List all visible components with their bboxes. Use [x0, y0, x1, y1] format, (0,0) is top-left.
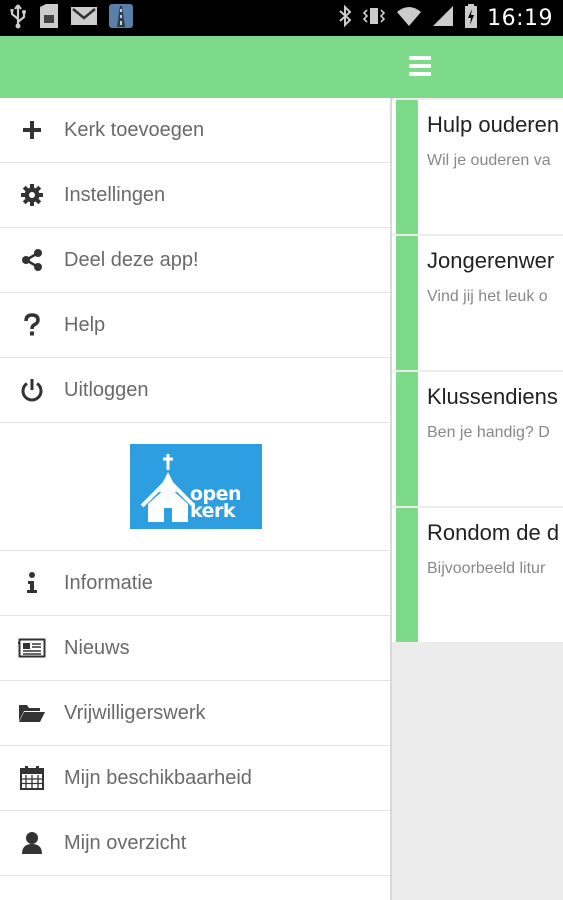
- card-accent: [396, 236, 418, 370]
- vibrate-icon: [361, 5, 387, 32]
- nav-item-label: Deel deze app!: [64, 248, 199, 271]
- nav-item-instellingen[interactable]: Instellingen: [0, 163, 390, 228]
- list-item[interactable]: Rondom de d Bijvoorbeeld litur: [392, 508, 563, 642]
- calendar-icon: [18, 764, 46, 792]
- card-title: Jongerenwer: [427, 248, 555, 273]
- road-app-icon: [108, 3, 134, 34]
- list-item[interactable]: Klussendiens Ben je handig? D: [392, 372, 563, 506]
- question-icon: [18, 311, 46, 339]
- folder-open-icon: [18, 699, 46, 727]
- newspaper-icon: [18, 634, 46, 662]
- nav-item-kerk-toevoegen[interactable]: Kerk toevoegen: [0, 98, 390, 163]
- card-description: Wil je ouderen va: [427, 152, 551, 169]
- app-bar: [0, 36, 563, 98]
- volunteer-list: Hulp ouderen Wil je ouderen va Jongerenw…: [392, 98, 563, 900]
- status-time: 16:19: [487, 5, 553, 31]
- card-description: Bijvoorbeeld litur: [427, 560, 546, 577]
- nav-item-vrijwilligerswerk[interactable]: Vrijwilligerswerk: [0, 681, 390, 746]
- hamburger-menu-icon[interactable]: [404, 50, 436, 82]
- battery-charging-icon: [464, 3, 478, 34]
- card-accent: [396, 100, 418, 234]
- nav-item-deel-app[interactable]: Deel deze app!: [0, 228, 390, 293]
- signal-icon: [431, 4, 455, 33]
- status-bar: 16:19: [0, 0, 563, 36]
- open-kerk-logo: open kerk: [130, 444, 262, 529]
- nav-item-mijn-beschikbaarheid[interactable]: Mijn beschikbaarheid: [0, 746, 390, 811]
- logo-text-kerk: kerk: [190, 500, 236, 522]
- nav-item-label: Instellingen: [64, 183, 166, 206]
- card-title: Hulp ouderen: [427, 112, 560, 137]
- nav-item-label: Mijn overzicht: [64, 831, 187, 854]
- nav-item-nieuws[interactable]: Nieuws: [0, 616, 390, 681]
- card-title: Rondom de d: [427, 520, 560, 545]
- screen: { "status_bar": { "time": "16:19", "left…: [0, 0, 563, 900]
- card-description: Vind jij het leuk o: [427, 288, 548, 305]
- gmail-icon: [70, 5, 98, 32]
- nav-item-label: Uitloggen: [64, 378, 149, 401]
- logo-area: open kerk: [0, 423, 390, 551]
- list-item[interactable]: Jongerenwer Vind jij het leuk o: [392, 236, 563, 370]
- card-title: Klussendiens: [427, 384, 558, 409]
- card-description: Ben je handig? D: [427, 424, 550, 441]
- navigation-drawer: Kerk toevoegen Instellingen Deel deze ap…: [0, 98, 392, 900]
- card-accent: [396, 508, 418, 642]
- power-icon: [18, 376, 46, 404]
- nav-item-label: Mijn beschikbaarheid: [64, 766, 252, 789]
- card-accent: [396, 372, 418, 506]
- sd-card-icon: [38, 3, 60, 34]
- nav-item-mijn-overzicht[interactable]: Mijn overzicht: [0, 811, 390, 876]
- nav-item-label: Help: [64, 313, 106, 336]
- gear-icon: [18, 181, 46, 209]
- nav-item-partial[interactable]: [0, 876, 390, 900]
- wifi-icon: [396, 4, 422, 33]
- nav-item-label: Nieuws: [64, 636, 130, 659]
- usb-icon: [8, 3, 28, 34]
- bluetooth-icon: [338, 4, 352, 33]
- share-icon: [18, 246, 46, 274]
- nav-item-label: Vrijwilligerswerk: [64, 701, 206, 724]
- nav-item-label: Kerk toevoegen: [64, 118, 205, 141]
- nav-item-label: Informatie: [64, 571, 153, 594]
- info-icon: [18, 569, 46, 597]
- nav-item-informatie[interactable]: Informatie: [0, 551, 390, 616]
- nav-item-uitloggen[interactable]: Uitloggen: [0, 358, 390, 423]
- list-item[interactable]: Hulp ouderen Wil je ouderen va: [392, 100, 563, 234]
- nav-item-help[interactable]: Help: [0, 293, 390, 358]
- user-icon: [18, 829, 46, 857]
- plus-icon: [18, 116, 46, 144]
